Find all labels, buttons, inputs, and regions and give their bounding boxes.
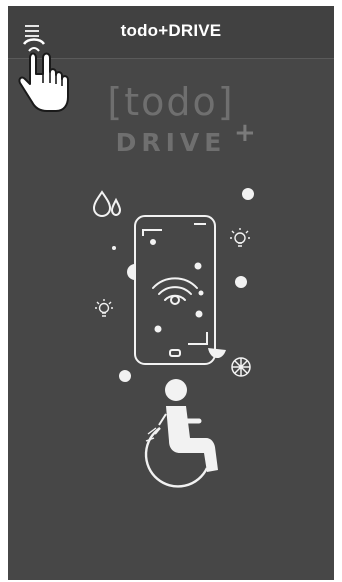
logo-todo-text: [todo] — [107, 80, 235, 124]
decorative-dots — [112, 188, 254, 382]
logo-plus-sign: + — [234, 118, 256, 148]
smartphone-icon — [134, 215, 216, 365]
wheelchair-user-icon — [144, 379, 218, 488]
lightbulb-icon — [95, 299, 113, 317]
wheel-icon — [231, 357, 251, 377]
app-screen: todo+DRIVE [todo] DRIVE + — [8, 6, 334, 580]
wifi-icon — [152, 277, 198, 305]
logo-drive-text: DRIVE — [115, 128, 227, 157]
illustration — [92, 188, 254, 488]
lightbulb-icon — [230, 228, 250, 247]
water-drops-icon — [92, 190, 122, 218]
